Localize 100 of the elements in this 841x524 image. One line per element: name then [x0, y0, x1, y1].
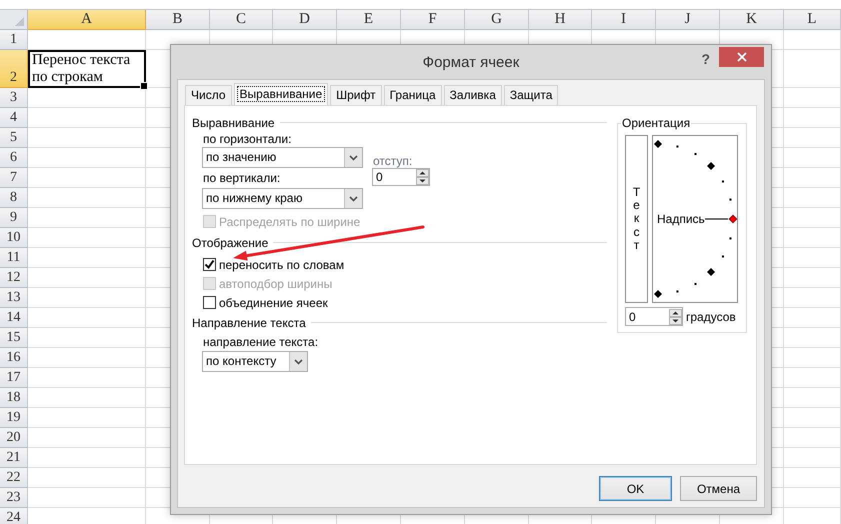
column-header[interactable]: I	[592, 10, 656, 30]
dropdown[interactable]: по значению	[202, 147, 363, 168]
table-cell[interactable]	[28, 388, 146, 408]
table-cell[interactable]	[28, 448, 146, 468]
row-header[interactable]: 5	[0, 128, 28, 148]
column-header[interactable]: H	[529, 10, 592, 30]
tab[interactable]: Выравнивание	[234, 83, 328, 105]
column-header[interactable]: A	[28, 10, 146, 30]
table-cell[interactable]	[28, 348, 146, 368]
row-header[interactable]: 1	[0, 30, 28, 50]
help-button[interactable]: ?	[701, 51, 710, 67]
tab[interactable]: Число	[185, 85, 232, 105]
checkbox[interactable]	[203, 258, 216, 271]
row-header[interactable]: 7	[0, 168, 28, 188]
table-cell[interactable]	[784, 488, 841, 508]
table-cell[interactable]	[784, 188, 841, 208]
tab[interactable]: Заливка	[444, 85, 502, 105]
column-header[interactable]: C	[210, 10, 273, 30]
table-cell[interactable]	[28, 248, 146, 268]
table-cell[interactable]	[784, 468, 841, 488]
row-header[interactable]: 15	[0, 328, 28, 348]
table-cell[interactable]	[784, 248, 841, 268]
table-cell[interactable]	[28, 308, 146, 328]
table-cell[interactable]	[28, 148, 146, 168]
row-header[interactable]: 3	[0, 88, 28, 108]
fill-handle[interactable]	[140, 82, 148, 90]
row-header[interactable]: 4	[0, 108, 28, 128]
row-header[interactable]: 10	[0, 228, 28, 248]
tab[interactable]: Шрифт	[330, 85, 382, 105]
table-cell[interactable]	[784, 128, 841, 148]
column-header[interactable]: F	[401, 10, 465, 30]
table-cell[interactable]	[784, 288, 841, 308]
checkbox-label[interactable]: объединение ячеек	[219, 296, 328, 310]
table-cell[interactable]	[784, 208, 841, 228]
row-header[interactable]: 9	[0, 208, 28, 228]
table-cell[interactable]	[784, 168, 841, 188]
column-header[interactable]: G	[465, 10, 529, 30]
vertical-text-button[interactable]: Текст	[625, 135, 648, 303]
row-header[interactable]: 2	[0, 50, 28, 88]
table-cell[interactable]	[784, 408, 841, 428]
row-header[interactable]: 17	[0, 368, 28, 388]
row-header[interactable]: 13	[0, 288, 28, 308]
table-cell[interactable]	[784, 428, 841, 448]
tab[interactable]: Граница	[384, 85, 442, 105]
row-header[interactable]: 14	[0, 308, 28, 328]
checkbox-label[interactable]: переносить по словам	[219, 258, 344, 272]
table-cell[interactable]	[28, 108, 146, 128]
table-cell[interactable]	[28, 88, 146, 108]
close-button[interactable]	[719, 47, 764, 67]
row-header[interactable]: 24	[0, 508, 28, 524]
table-cell[interactable]	[28, 328, 146, 348]
table-cell[interactable]	[28, 128, 146, 148]
dialog-button[interactable]: Отмена	[680, 476, 757, 501]
table-cell[interactable]	[28, 188, 146, 208]
column-header[interactable]: E	[337, 10, 401, 30]
select-all-button[interactable]	[0, 10, 28, 30]
row-header[interactable]: 12	[0, 268, 28, 288]
checkbox[interactable]	[203, 296, 216, 309]
table-cell[interactable]	[784, 308, 841, 328]
table-cell[interactable]: Перенос текста по строкам	[28, 50, 146, 88]
table-cell[interactable]	[784, 148, 841, 168]
table-cell[interactable]	[28, 428, 146, 448]
table-cell[interactable]	[28, 168, 146, 188]
row-header[interactable]: 18	[0, 388, 28, 408]
table-cell[interactable]	[28, 408, 146, 428]
table-cell[interactable]	[28, 208, 146, 228]
table-cell[interactable]	[784, 108, 841, 128]
table-cell[interactable]	[784, 30, 841, 50]
row-header[interactable]: 20	[0, 428, 28, 448]
column-header[interactable]: J	[656, 10, 720, 30]
row-header[interactable]: 6	[0, 148, 28, 168]
table-cell[interactable]	[28, 488, 146, 508]
table-cell[interactable]	[784, 388, 841, 408]
table-cell[interactable]	[28, 228, 146, 248]
row-header[interactable]: 16	[0, 348, 28, 368]
orientation-dial[interactable]: Надпись	[652, 135, 738, 303]
table-cell[interactable]	[784, 88, 841, 108]
dialog-button[interactable]: OK	[599, 476, 672, 501]
table-cell[interactable]	[784, 50, 841, 88]
table-cell[interactable]	[28, 268, 146, 288]
spin-field[interactable]: 0	[625, 307, 683, 326]
table-cell[interactable]	[28, 30, 146, 50]
table-cell[interactable]	[28, 368, 146, 388]
column-header[interactable]: K	[720, 10, 784, 30]
row-header[interactable]: 23	[0, 488, 28, 508]
column-header[interactable]: D	[273, 10, 337, 30]
table-cell[interactable]	[784, 448, 841, 468]
row-header[interactable]: 11	[0, 248, 28, 268]
table-cell[interactable]	[28, 288, 146, 308]
table-cell[interactable]	[784, 368, 841, 388]
table-cell[interactable]	[784, 348, 841, 368]
spin-field[interactable]: 0	[372, 168, 430, 186]
row-header[interactable]: 19	[0, 408, 28, 428]
table-cell[interactable]	[784, 328, 841, 348]
table-cell[interactable]	[784, 228, 841, 248]
column-header[interactable]: B	[146, 10, 210, 30]
tab[interactable]: Защита	[504, 85, 558, 105]
column-header[interactable]: L	[784, 10, 841, 30]
dropdown[interactable]: по нижнему краю	[202, 188, 363, 209]
dropdown[interactable]: по контексту	[202, 351, 308, 372]
